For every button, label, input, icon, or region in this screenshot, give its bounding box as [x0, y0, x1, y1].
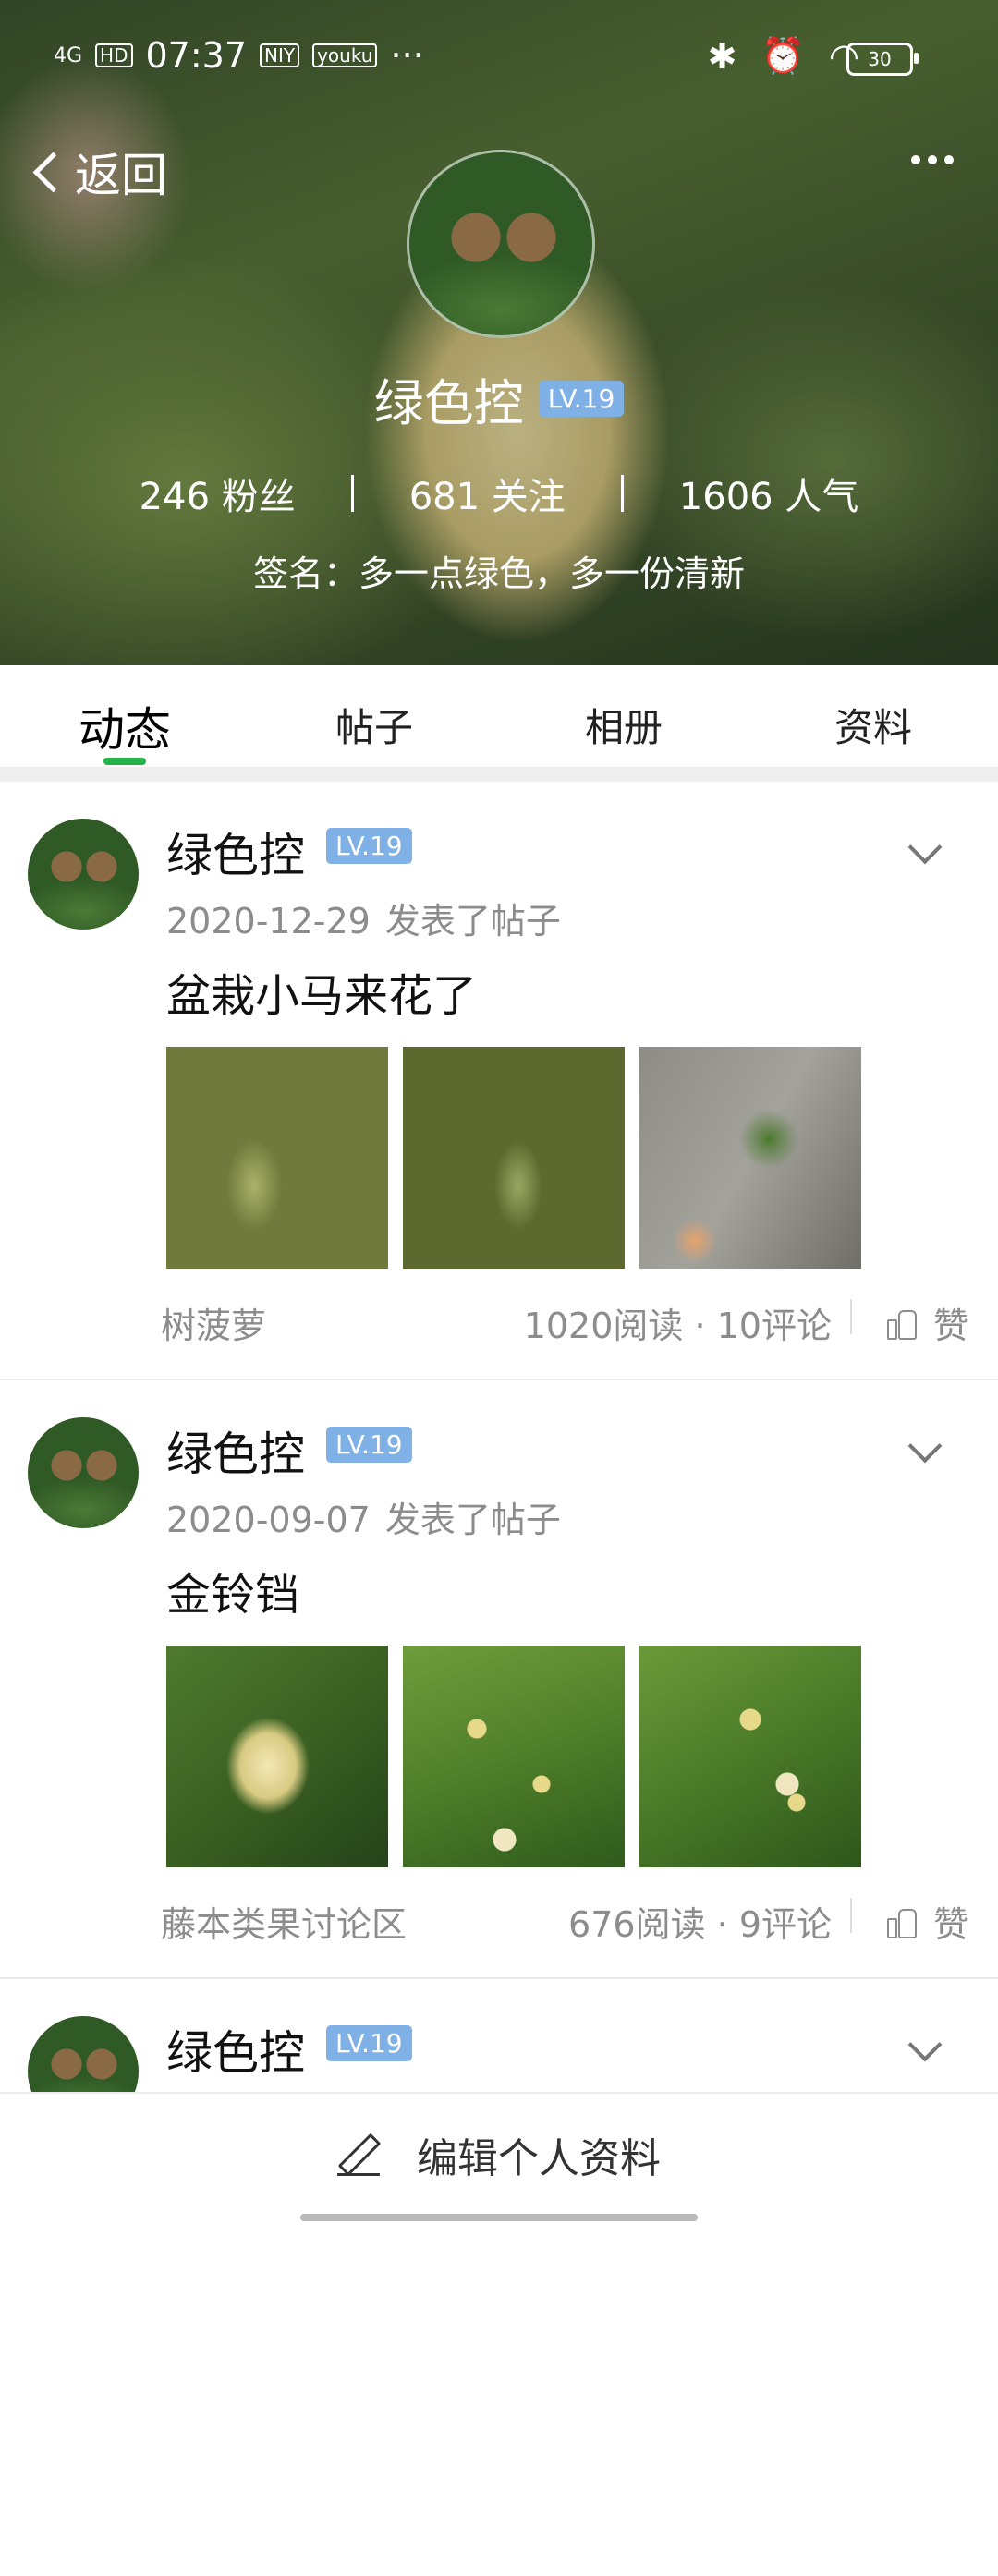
edit-profile-label: 编辑个人资料 [417, 2135, 661, 2182]
profile-header: 4G HD 07:37 NIY youku ··· ✱ ⏰ ◠ 30 返回 绿色… [0, 0, 998, 665]
post-title[interactable]: 金铃铛 [166, 1558, 299, 1622]
bluetooth-icon: ✱ [707, 35, 737, 77]
post-images [166, 1646, 861, 1867]
thumbs-up-icon [886, 1309, 917, 1340]
post-image[interactable] [403, 1047, 625, 1269]
dot-icon [944, 155, 954, 164]
level-badge: LV.19 [326, 1427, 412, 1463]
tab-posts[interactable]: 帖子 [250, 665, 499, 767]
popularity-count: 1606 人气 [678, 476, 859, 518]
divider [850, 1299, 852, 1334]
dot-icon [928, 155, 937, 164]
bottom-action-bar: 编辑个人资料 [0, 2092, 998, 2227]
thumbs-up-icon [886, 1908, 917, 1938]
post-images [166, 1047, 861, 1269]
post-image[interactable] [639, 1646, 861, 1867]
level-badge: LV.19 [326, 828, 412, 864]
profile-avatar[interactable] [407, 150, 595, 338]
post-date: 2020-12-29 [166, 901, 371, 942]
pencil-icon [337, 2133, 380, 2176]
profile-name: 绿色控 [373, 374, 524, 432]
more-menu-button[interactable] [911, 155, 954, 164]
profile-signature: 签名：多一点绿色，多一份清新 [252, 553, 745, 594]
app-icon-youku: youku [312, 43, 378, 67]
level-badge: LV.19 [326, 2025, 412, 2061]
more-notifications-icon: ··· [390, 35, 424, 76]
section-divider [0, 767, 998, 782]
chevron-down-icon[interactable] [907, 830, 943, 865]
feed-post[interactable]: 绿色控 LV.19 2020-09-07 发表了帖子 金铃铛 藤本类果讨论区 67… [0, 1380, 998, 1979]
post-title[interactable]: 盆栽小马来花了 [166, 959, 477, 1024]
profile-tabs: 动态 帖子 相册 资料 [0, 665, 998, 767]
back-label: 返回 [75, 149, 167, 202]
post-author-name: 绿色控 [166, 2026, 305, 2080]
feed-post[interactable]: 绿色控 LV.19 2020-12-29 发表了帖子 盆栽小马来花了 树菠萝 10… [0, 782, 998, 1380]
tab-activity[interactable]: 动态 [0, 665, 250, 767]
battery-icon: 30 [846, 43, 919, 76]
chevron-down-icon[interactable] [907, 2027, 943, 2062]
feed-post[interactable]: 绿色控 LV.19 [0, 1979, 998, 2576]
profile-stats: 246 粉丝 681 关注 1606 人气 [0, 467, 998, 520]
post-date: 2020-09-07 [166, 1500, 371, 1540]
profile-name-row: 绿色控 LV.19 [0, 362, 998, 435]
like-label: 赞 [932, 1904, 968, 1945]
chevron-left-icon [32, 152, 74, 192]
post-stats: 676阅读 · 9评论 [568, 1904, 832, 1945]
status-time: 07:37 [145, 35, 248, 76]
post-author-name: 绿色控 [166, 1428, 305, 1481]
home-indicator[interactable] [300, 2214, 698, 2221]
post-meta: 2020-09-07 发表了帖子 [166, 1491, 561, 1542]
post-stats: 1020阅读 · 10评论 [523, 1306, 832, 1346]
post-meta: 2020-12-29 发表了帖子 [166, 893, 561, 943]
post-image[interactable] [166, 1047, 388, 1269]
post-image[interactable] [639, 1047, 861, 1269]
post-author-avatar[interactable] [28, 1417, 139, 1528]
hd-badge: HD [95, 43, 133, 67]
signal-label: 4G [54, 43, 83, 67]
post-action: 发表了帖子 [384, 901, 561, 942]
post-author-name: 绿色控 [166, 829, 305, 882]
post-forum-tag[interactable]: 藤本类果讨论区 [161, 1896, 407, 1947]
tab-album[interactable]: 相册 [499, 665, 748, 767]
divider [850, 1898, 852, 1933]
tab-profile-info[interactable]: 资料 [748, 665, 998, 767]
edit-profile-button[interactable]: 编辑个人资料 [0, 2125, 998, 2184]
app-icon-niy: NIY [260, 43, 300, 67]
post-forum-tag[interactable]: 树菠萝 [161, 1297, 266, 1348]
like-button[interactable]: 赞 [886, 1297, 968, 1348]
like-label: 赞 [932, 1306, 968, 1346]
level-badge: LV.19 [538, 381, 625, 417]
post-author-avatar[interactable] [28, 819, 139, 930]
like-button[interactable]: 赞 [886, 1896, 968, 1947]
followers-count[interactable]: 246 粉丝 [84, 467, 351, 520]
back-button[interactable]: 返回 [28, 139, 167, 205]
activity-feed: 绿色控 LV.19 2020-12-29 发表了帖子 盆栽小马来花了 树菠萝 10… [0, 782, 998, 2576]
post-image[interactable] [403, 1646, 625, 1867]
dot-icon [911, 155, 920, 164]
post-image[interactable] [166, 1646, 388, 1867]
following-count[interactable]: 681 关注 [354, 467, 621, 520]
post-action: 发表了帖子 [384, 1500, 561, 1540]
alarm-icon: ⏰ [761, 35, 805, 76]
chevron-down-icon[interactable] [907, 1428, 943, 1464]
